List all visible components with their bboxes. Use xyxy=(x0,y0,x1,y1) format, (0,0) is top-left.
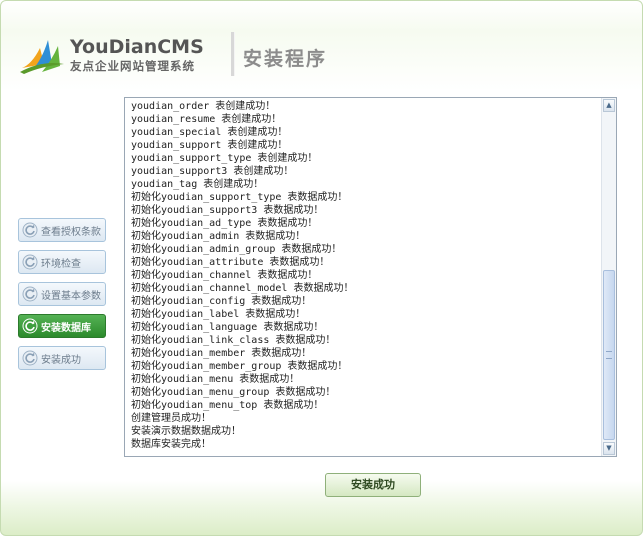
logo-swoosh-icon xyxy=(20,40,64,74)
step-basic-params[interactable]: 设置基本参数 xyxy=(18,282,106,306)
logo-subtitle: 友点企业网站管理系统 xyxy=(70,59,195,73)
refresh-icon xyxy=(22,254,38,270)
step-label: 安装成功 xyxy=(41,355,81,366)
log-line: 安装演示数据数据成功！ xyxy=(131,426,241,437)
log-line: 初始化youdian_member_group 表数据成功！ xyxy=(131,361,348,372)
log-line: youdian_resume 表创建成功！ xyxy=(131,114,282,125)
log-line: 初始化youdian_admin 表数据成功！ xyxy=(131,231,306,242)
log-line: 初始化youdian_menu_top 表数据成功！ xyxy=(131,400,324,411)
install-log: youdian_order 表创建成功！ youdian_resume 表创建成… xyxy=(131,100,597,451)
log-line: youdian_support_type 表创建成功！ xyxy=(131,153,318,164)
log-line: youdian_support3 表创建成功！ xyxy=(131,166,294,177)
step-environment-check[interactable]: 环境检查 xyxy=(18,250,106,274)
step-label: 环境检查 xyxy=(41,259,81,270)
log-line: 初始化youdian_attribute 表数据成功！ xyxy=(131,257,330,268)
log-line: 数据库安装完成！ xyxy=(131,439,211,450)
log-line: 初始化youdian_member 表数据成功！ xyxy=(131,348,312,359)
log-line: 初始化youdian_label 表数据成功！ xyxy=(131,309,306,320)
log-line: 初始化youdian_channel_model 表数据成功！ xyxy=(131,283,354,294)
refresh-icon xyxy=(22,318,38,334)
grip-icon xyxy=(606,351,612,359)
log-line: youdian_order 表创建成功！ xyxy=(131,101,276,112)
log-line: 初始化youdian_admin_group 表数据成功！ xyxy=(131,244,342,255)
log-scrollbar[interactable]: ▲ ▼ xyxy=(601,98,616,456)
log-line: 创建管理员成功！ xyxy=(131,413,211,424)
scrollbar-thumb[interactable] xyxy=(603,270,615,440)
log-line: 初始化youdian_channel 表数据成功！ xyxy=(131,270,318,281)
log-line: 初始化youdian_menu_group 表数据成功！ xyxy=(131,387,336,398)
install-log-box[interactable]: youdian_order 表创建成功！ youdian_resume 表创建成… xyxy=(124,97,617,457)
log-line: 初始化youdian_menu 表数据成功！ xyxy=(131,374,300,385)
log-line: 初始化youdian_support3 表数据成功！ xyxy=(131,205,324,216)
install-success-button[interactable]: 安装成功 xyxy=(325,473,421,497)
scroll-up-arrow-icon[interactable]: ▲ xyxy=(603,99,615,112)
logo-brand: YouDianCMS xyxy=(70,36,204,58)
step-install-success[interactable]: 安装成功 xyxy=(18,346,106,370)
log-line: youdian_tag 表创建成功！ xyxy=(131,179,264,190)
step-label: 安装数据库 xyxy=(41,323,91,334)
log-line: 初始化youdian_link_class 表数据成功！ xyxy=(131,335,336,346)
step-install-database[interactable]: 安装数据库 xyxy=(18,314,106,338)
scroll-down-arrow-icon[interactable]: ▼ xyxy=(603,442,615,455)
step-license[interactable]: 查看授权条款 xyxy=(18,218,106,242)
refresh-icon xyxy=(22,286,38,302)
log-line: youdian_special 表创建成功！ xyxy=(131,127,288,138)
step-label: 查看授权条款 xyxy=(41,227,101,238)
log-line: 初始化youdian_config 表数据成功！ xyxy=(131,296,312,307)
log-line: 初始化youdian_support_type 表数据成功！ xyxy=(131,192,348,203)
log-line: youdian_support 表创建成功！ xyxy=(131,140,288,151)
page-title: 安装程序 xyxy=(243,48,328,70)
header: YouDianCMS 友点企业网站管理系统 安装程序 xyxy=(0,0,643,96)
log-line: 初始化youdian_ad_type 表数据成功！ xyxy=(131,218,318,229)
refresh-icon xyxy=(22,222,38,238)
header-divider xyxy=(231,32,235,76)
step-label: 设置基本参数 xyxy=(41,291,101,302)
step-nav: 查看授权条款 环境检查 设置基本参数 安装数据库 安装成功 xyxy=(18,218,106,378)
log-line: 初始化youdian_language 表数据成功！ xyxy=(131,322,324,333)
refresh-icon xyxy=(22,350,38,366)
